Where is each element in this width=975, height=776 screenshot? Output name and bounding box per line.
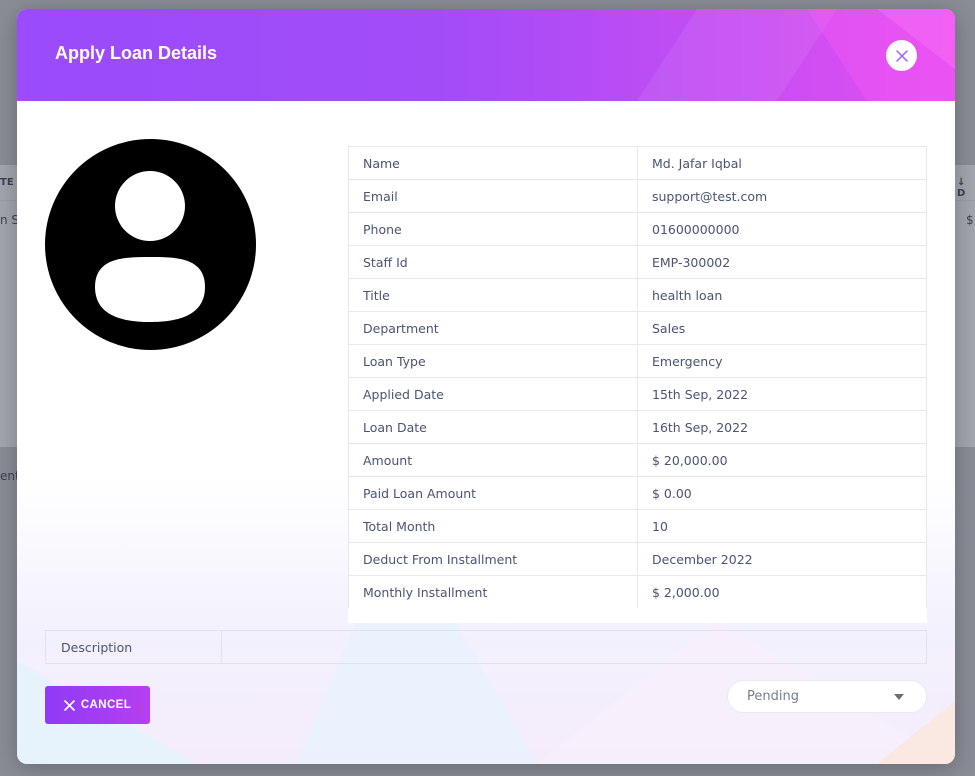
detail-label: Loan Date xyxy=(348,410,638,444)
x-icon xyxy=(64,699,75,711)
detail-value: $ 2,000.00 xyxy=(637,575,927,609)
table-row: Monthly Installment $ 2,000.00 xyxy=(348,575,927,609)
detail-label: Paid Loan Amount xyxy=(348,476,638,510)
detail-value: support@test.com xyxy=(637,179,927,213)
background-row-cell: $ xyxy=(966,213,974,227)
close-icon xyxy=(895,49,908,62)
detail-value: 01600000000 xyxy=(637,212,927,246)
status-select-value: Pending xyxy=(747,689,799,704)
detail-value: health loan xyxy=(637,278,927,312)
status-select[interactable]: Pending xyxy=(727,680,927,713)
loan-details-table: Name Md. Jafar Iqbal Email support@test.co… xyxy=(348,146,927,609)
detail-label: Amount xyxy=(348,443,638,477)
detail-label: Total Month xyxy=(348,509,638,543)
loan-details-modal: Apply Loan Details Name Md. Jafar Iqbal E… xyxy=(17,9,955,764)
detail-value: Md. Jafar Iqbal xyxy=(637,146,927,180)
detail-value: Sales xyxy=(637,311,927,345)
detail-label: Name xyxy=(348,146,638,180)
table-row: Applied Date 15th Sep, 2022 xyxy=(348,377,927,411)
detail-value: EMP-300002 xyxy=(637,245,927,279)
detail-label: Email xyxy=(348,179,638,213)
table-row: Paid Loan Amount $ 0.00 xyxy=(348,476,927,510)
detail-value: $ 20,000.00 xyxy=(637,443,927,477)
detail-label: Phone xyxy=(348,212,638,246)
table-bottom-padding xyxy=(348,608,927,623)
detail-label: Monthly Installment xyxy=(348,575,638,609)
detail-label: Department xyxy=(348,311,638,345)
modal-header: Apply Loan Details xyxy=(17,9,955,101)
detail-value: $ 0.00 xyxy=(637,476,927,510)
table-row: Total Month 10 xyxy=(348,509,927,543)
table-row: Email support@test.com xyxy=(348,179,927,213)
table-row: Loan Type Emergency xyxy=(348,344,927,378)
description-row: Description xyxy=(45,630,927,664)
modal-title: Apply Loan Details xyxy=(55,43,218,63)
table-row: Loan Date 16th Sep, 2022 xyxy=(348,410,927,444)
detail-label: Staff Id xyxy=(348,245,638,279)
background-header-cell: TE xyxy=(0,177,14,188)
detail-value: Emergency xyxy=(637,344,927,378)
table-row: Phone 01600000000 xyxy=(348,212,927,246)
detail-label: Title xyxy=(348,278,638,312)
table-row: Deduct From Installment December 2022 xyxy=(348,542,927,576)
cancel-button[interactable]: CANCEL xyxy=(45,686,150,724)
detail-label: Loan Type xyxy=(348,344,638,378)
description-value xyxy=(222,631,926,663)
detail-value: December 2022 xyxy=(637,542,927,576)
detail-value: 15th Sep, 2022 xyxy=(637,377,927,411)
table-row: Department Sales xyxy=(348,311,927,345)
background-header-cell: ↓ D xyxy=(957,177,966,199)
table-row: Name Md. Jafar Iqbal xyxy=(348,146,927,180)
detail-value: 10 xyxy=(637,509,927,543)
table-row: Amount $ 20,000.00 xyxy=(348,443,927,477)
cancel-button-label: CANCEL xyxy=(80,699,132,711)
detail-label: Applied Date xyxy=(348,377,638,411)
close-button[interactable] xyxy=(886,40,917,71)
table-row: Staff Id EMP-300002 xyxy=(348,245,927,279)
detail-value: 16th Sep, 2022 xyxy=(637,410,927,444)
table-row: Title health loan xyxy=(348,278,927,312)
user-avatar-icon xyxy=(45,139,256,350)
description-label: Description xyxy=(46,631,222,663)
caret-down-icon xyxy=(894,694,904,700)
detail-label: Deduct From Installment xyxy=(348,542,638,576)
